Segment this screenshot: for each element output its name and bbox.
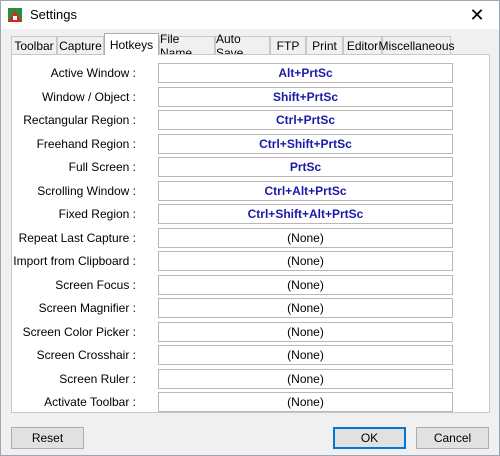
hotkey-label: Scrolling Window :	[37, 184, 136, 198]
hotkey-label: Fixed Region :	[58, 207, 136, 221]
hotkey-field-window-object[interactable]: Shift+PrtSc	[158, 87, 453, 107]
hotkey-field-screen-focus[interactable]: (None)	[158, 275, 453, 295]
hotkey-label: Full Screen :	[68, 160, 136, 174]
tab-label: FTP	[276, 38, 300, 53]
tab-editor[interactable]: Editor	[343, 36, 382, 54]
tab-label: Toolbar	[14, 38, 54, 53]
hotkey-field-active-window[interactable]: Alt+PrtSc	[158, 63, 453, 83]
hotkey-label: Screen Color Picker :	[22, 325, 136, 339]
tab-ftp[interactable]: FTP	[270, 36, 306, 54]
hotkey-field-fixed-region[interactable]: Ctrl+Shift+Alt+PrtSc	[158, 204, 453, 224]
hotkey-field-screen-color-picker[interactable]: (None)	[158, 322, 453, 342]
ok-button[interactable]: OK	[333, 427, 406, 449]
hotkey-field-screen-ruler[interactable]: (None)	[158, 369, 453, 389]
hotkey-label: Freehand Region :	[36, 137, 136, 151]
tab-capture[interactable]: Capture	[57, 36, 104, 54]
cancel-button[interactable]: Cancel	[416, 427, 489, 449]
close-button[interactable]: ✕	[455, 1, 499, 29]
app-icon	[7, 7, 23, 23]
hotkey-label: Screen Focus :	[55, 278, 136, 292]
tab-file-name[interactable]: File Name	[159, 32, 215, 60]
hotkey-label: Repeat Last Capture :	[18, 231, 136, 245]
hotkey-label: Import from Clipboard :	[13, 254, 136, 268]
hotkey-label: Screen Ruler :	[59, 372, 136, 386]
settings-window: Settings ✕ Toolbar Capture Hotkeys File …	[0, 0, 500, 456]
tab-print[interactable]: Print	[306, 36, 343, 54]
window-title: Settings	[30, 7, 77, 22]
tab-miscellaneous[interactable]: Miscellaneous	[378, 36, 455, 54]
tab-toolbar[interactable]: Toolbar	[11, 36, 57, 54]
title-bar[interactable]: Settings ✕	[1, 1, 499, 29]
hotkey-field-import-from-clipboard[interactable]: (None)	[158, 251, 453, 271]
tab-auto-save[interactable]: Auto Save	[215, 32, 270, 60]
hotkey-field-activate-toolbar[interactable]: (None)	[158, 392, 453, 412]
hotkey-field-screen-magnifier[interactable]: (None)	[158, 298, 453, 318]
hotkey-label: Rectangular Region :	[23, 113, 136, 127]
hotkey-label: Screen Crosshair :	[36, 348, 136, 362]
close-icon: ✕	[469, 4, 485, 25]
hotkey-field-screen-crosshair[interactable]: (None)	[158, 345, 453, 365]
tab-label: Print	[312, 38, 337, 53]
tab-label: Editor	[346, 38, 379, 53]
tab-label: Capture	[59, 38, 102, 53]
hotkey-label: Activate Toolbar :	[44, 395, 136, 409]
hotkey-field-scrolling-window[interactable]: Ctrl+Alt+PrtSc	[158, 181, 453, 201]
tab-hotkeys[interactable]: Hotkeys	[104, 33, 159, 55]
hotkey-label: Active Window :	[50, 66, 136, 80]
tab-label: Hotkeys	[109, 37, 154, 52]
hotkeys-panel: Active Window : Alt+PrtSc Window / Objec…	[11, 54, 490, 413]
hotkey-label: Window / Object :	[41, 90, 136, 104]
hotkey-field-full-screen[interactable]: PrtSc	[158, 157, 453, 177]
hotkey-label: Screen Magnifier :	[38, 301, 136, 315]
hotkey-field-rectangular-region[interactable]: Ctrl+PrtSc	[158, 110, 453, 130]
hotkey-field-freehand-region[interactable]: Ctrl+Shift+PrtSc	[158, 134, 453, 154]
hotkey-field-repeat-last-capture[interactable]: (None)	[158, 228, 453, 248]
reset-button[interactable]: Reset	[11, 427, 84, 449]
tab-label: Miscellaneous	[378, 38, 455, 53]
